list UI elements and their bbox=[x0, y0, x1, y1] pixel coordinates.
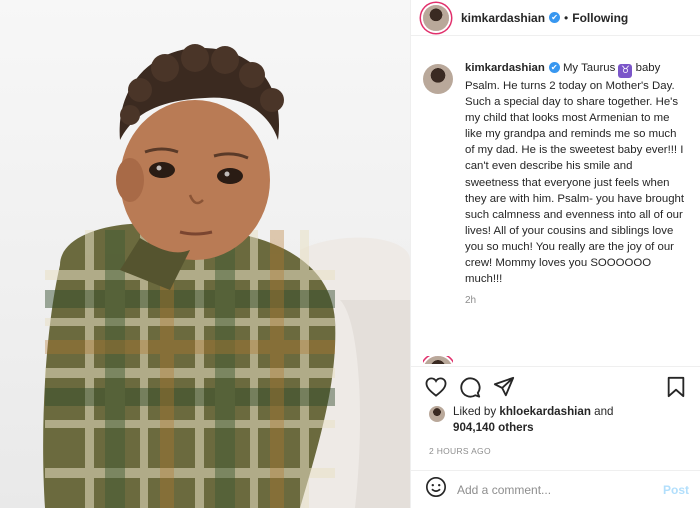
likes-summary: Liked by khloekardashian and 904,140 othe… bbox=[429, 404, 695, 436]
author-username[interactable]: kimkardashian bbox=[461, 11, 545, 25]
caption-verified-badge-icon: ✔ bbox=[548, 62, 560, 74]
comment-icon[interactable] bbox=[457, 374, 483, 400]
heart-icon[interactable] bbox=[423, 374, 449, 400]
taurus-emoji-icon: ♉ bbox=[618, 64, 633, 78]
commenter-avatar[interactable] bbox=[423, 356, 453, 364]
caption-text-part-1: My Taurus bbox=[559, 62, 619, 74]
verified-badge-icon: ✔ bbox=[549, 12, 561, 23]
likes-prefix: Liked by bbox=[453, 405, 500, 418]
bookmark-icon[interactable] bbox=[663, 374, 689, 400]
liker-avatar[interactable] bbox=[429, 406, 445, 422]
following-button[interactable]: Following bbox=[572, 11, 628, 25]
action-bar bbox=[411, 366, 700, 406]
caption-author-avatar[interactable] bbox=[423, 64, 453, 94]
post-details-panel: kimkardashian ✔ • Following kimkardashia… bbox=[410, 0, 700, 508]
likes-others-count[interactable]: 904,140 others bbox=[453, 421, 534, 434]
likes-text: Liked by khloekardashian and 904,140 othe… bbox=[453, 404, 613, 436]
comment-input[interactable] bbox=[457, 482, 663, 497]
caption-text: kimkardashian ✔ My Taurus ♉ baby Psalm. H… bbox=[465, 60, 687, 287]
next-comment-avatar-peek bbox=[423, 356, 453, 364]
toddler-photo-illustration bbox=[43, 44, 410, 508]
emoji-icon[interactable] bbox=[425, 476, 447, 503]
post-header: kimkardashian ✔ • Following bbox=[411, 0, 700, 36]
caption-username[interactable]: kimkardashian bbox=[465, 62, 545, 74]
likes-connector: and bbox=[590, 405, 614, 418]
caption-text-part-2: baby Psalm. He turns 2 today on Mother's… bbox=[465, 62, 685, 286]
comment-bar: Post bbox=[411, 470, 700, 508]
post-comment-button[interactable]: Post bbox=[663, 483, 689, 497]
share-icon[interactable] bbox=[491, 374, 517, 400]
caption-time-ago[interactable]: 2h bbox=[465, 295, 687, 306]
separator-dot: • bbox=[564, 10, 569, 25]
post-image[interactable] bbox=[0, 0, 410, 508]
caption-section: kimkardashian ✔ My Taurus ♉ baby Psalm. H… bbox=[423, 60, 695, 352]
liked-by-username[interactable]: khloekardashian bbox=[499, 405, 591, 418]
author-avatar[interactable] bbox=[423, 4, 449, 31]
caption-body: kimkardashian ✔ My Taurus ♉ baby Psalm. H… bbox=[465, 60, 687, 352]
post-timestamp[interactable]: 2 HOURS AGO bbox=[429, 446, 491, 456]
